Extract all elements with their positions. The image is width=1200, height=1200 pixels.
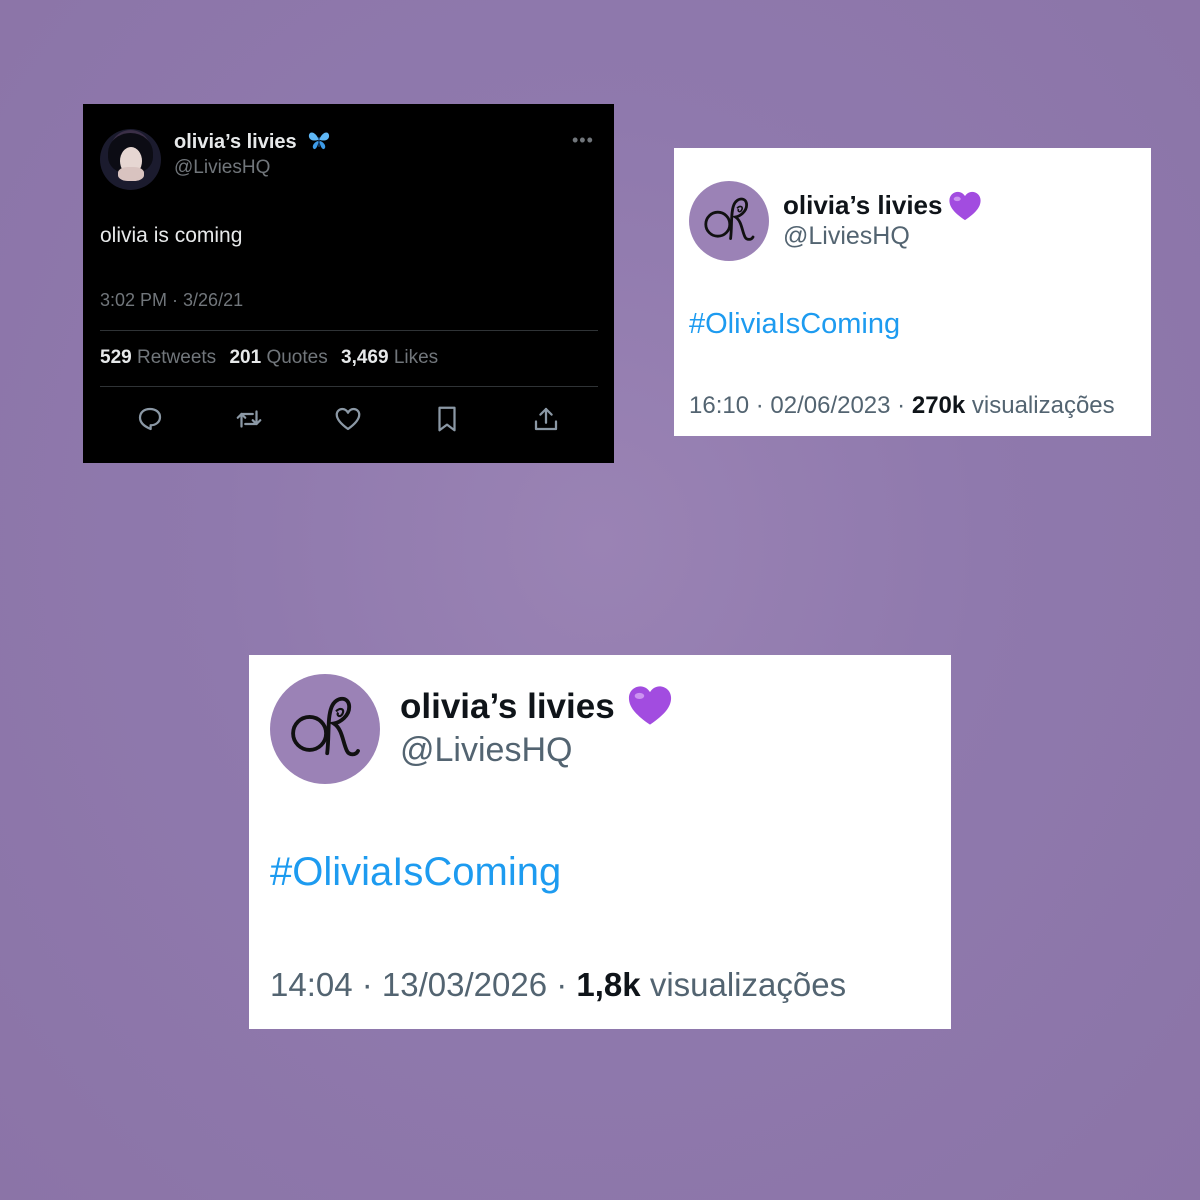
like-stat[interactable]: 3,469 Likes [341, 347, 438, 368]
tweet-card[interactable]: olivia’s livies @LiviesHQ #OliviaIsComin… [249, 655, 951, 1029]
purple-heart-icon [627, 684, 673, 732]
like-icon[interactable] [333, 404, 363, 434]
retweet-icon[interactable] [234, 404, 264, 434]
quote-stat[interactable]: 201 Quotes [229, 347, 327, 368]
tweet-card[interactable]: olivia’s livies @LiviesHQ #OliviaIsComin… [674, 148, 1151, 436]
or-logo-icon [291, 696, 360, 757]
share-icon[interactable] [531, 404, 561, 434]
hashtag-link[interactable]: #OliviaIsComing [270, 850, 561, 895]
user-handle[interactable]: @LiviesHQ [174, 157, 270, 179]
profile-avatar[interactable] [100, 129, 161, 190]
user-handle[interactable]: @LiviesHQ [400, 731, 572, 770]
tweet-meta: 14:04 · 13/03/2026 · 1,8k visualizações [270, 966, 846, 1004]
tweet-text: olivia is coming [100, 224, 243, 247]
view-count: 1,8k [576, 966, 641, 1003]
tweet-timestamp[interactable]: 3:02 PM · 3/26/21 [100, 290, 243, 311]
tweet-actions [83, 404, 614, 434]
view-count: 270k [911, 392, 966, 419]
user-handle[interactable]: @LiviesHQ [783, 222, 910, 251]
views-label: visualizações [649, 966, 847, 1003]
divider [100, 386, 598, 387]
hashtag-link[interactable]: #OliviaIsComing [689, 308, 900, 341]
divider [100, 330, 598, 331]
display-name[interactable]: olivia’s livies [783, 190, 942, 221]
display-name[interactable]: olivia’s livies [174, 131, 297, 154]
tweet-card-dark[interactable]: olivia’s livies @LiviesHQ ••• olivia is … [83, 104, 614, 463]
tweet-timestamp[interactable]: 14:04 · 13/03/2026 · [270, 966, 576, 1003]
tweet-meta: 16:10 · 02/06/2023 · 270k visualizações [689, 392, 1115, 420]
more-options-icon[interactable]: ••• [572, 130, 594, 151]
tweet-timestamp[interactable]: 16:10 · 02/06/2023 · [689, 392, 912, 419]
profile-avatar[interactable] [270, 674, 380, 784]
blue-butterfly-icon [307, 128, 331, 157]
bookmark-icon[interactable] [432, 404, 462, 434]
profile-avatar[interactable] [689, 181, 769, 261]
views-label: visualizações [971, 392, 1115, 419]
retweet-stat[interactable]: 529 Retweets [100, 347, 216, 368]
or-logo-icon [704, 197, 755, 241]
tweet-stats: 529 Retweets 201 Quotes 3,469 Likes [100, 347, 446, 369]
purple-heart-icon [948, 190, 982, 227]
reply-icon[interactable] [135, 404, 165, 434]
display-name[interactable]: olivia’s livies [400, 687, 615, 727]
